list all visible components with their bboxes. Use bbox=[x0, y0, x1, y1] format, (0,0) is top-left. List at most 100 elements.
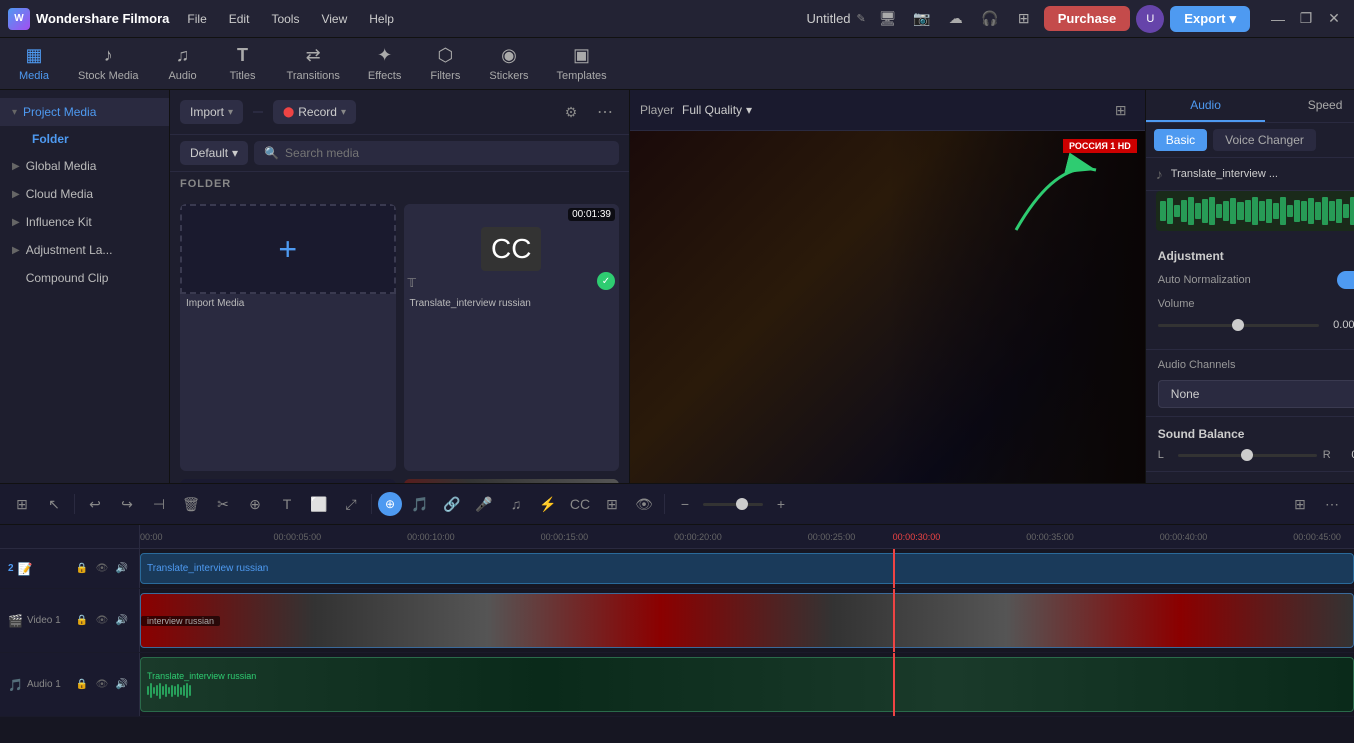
track-video1-lock-icon[interactable]: 🔒 bbox=[73, 612, 91, 630]
export-button[interactable]: Export ▾ bbox=[1170, 6, 1250, 32]
translate-interview-item[interactable]: 00:01:39 CC 𝕋 ✓ Translate_interview russ… bbox=[404, 204, 620, 471]
preview-expand-icon[interactable]: ⊞ bbox=[1107, 96, 1135, 124]
tl-insert-btn[interactable]: ⊣ bbox=[145, 490, 173, 518]
menu-edit[interactable]: Edit bbox=[219, 8, 260, 30]
tl-minus-btn[interactable]: − bbox=[671, 490, 699, 518]
tab-stickers[interactable]: ◉ Stickers bbox=[475, 39, 542, 88]
headphone-icon[interactable]: 🎧 bbox=[976, 5, 1004, 33]
sidebar-item-global-media[interactable]: ▶ Global Media bbox=[0, 152, 169, 180]
grid-icon[interactable]: ⊞ bbox=[1010, 5, 1038, 33]
search-input[interactable] bbox=[285, 146, 609, 160]
tl-delete-btn[interactable]: 🗑 bbox=[177, 490, 205, 518]
tab-templates[interactable]: ▣ Templates bbox=[542, 39, 620, 88]
tab-transitions[interactable]: ⇄ Transitions bbox=[273, 39, 354, 88]
menu-tools[interactable]: Tools bbox=[261, 8, 309, 30]
filter-icon[interactable]: ⚙ bbox=[557, 98, 585, 126]
tl-snap-btn[interactable]: ⊕ bbox=[378, 492, 402, 516]
tl-zoom-slider[interactable] bbox=[703, 503, 763, 506]
audio-channels-select[interactable]: None Stereo Mono Left Mono Right bbox=[1158, 380, 1354, 408]
user-avatar[interactable]: U bbox=[1136, 5, 1164, 33]
time-mark-35: 00:00:35:00 bbox=[1026, 532, 1074, 542]
import-media-item[interactable]: + Import Media bbox=[180, 204, 396, 471]
track-2-lock-icon[interactable]: 🔒 bbox=[73, 560, 91, 578]
sidebar-item-adjustment-la[interactable]: ▶ Adjustment La... bbox=[0, 236, 169, 264]
volume-slider[interactable] bbox=[1158, 324, 1319, 327]
sidebar-item-compound-clip[interactable]: ▶ Compound Clip bbox=[0, 264, 169, 292]
tl-split-btn[interactable]: ⚡ bbox=[534, 490, 562, 518]
rp-tab-speed[interactable]: Speed bbox=[1265, 90, 1354, 122]
audio1-clip[interactable]: Translate_interview russian bbox=[140, 657, 1354, 712]
tab-filters[interactable]: ⬡ Filters bbox=[415, 39, 475, 88]
time-mark-10: 00:00:10:00 bbox=[407, 532, 455, 542]
search-box[interactable]: 🔍 bbox=[254, 141, 619, 165]
tl-text-btn[interactable]: T bbox=[273, 490, 301, 518]
more-options-icon[interactable]: ⋯ bbox=[591, 98, 619, 126]
menu-help[interactable]: Help bbox=[359, 8, 404, 30]
tl-crop-btn[interactable]: ⬜ bbox=[305, 490, 333, 518]
tl-plus-btn[interactable]: + bbox=[767, 490, 795, 518]
tab-stock-media[interactable]: ♪ Stock Media bbox=[64, 39, 153, 88]
tl-more-btn[interactable]: ⋯ bbox=[1318, 490, 1346, 518]
tl-cut-btn[interactable]: ✂ bbox=[209, 490, 237, 518]
minimize-window-icon[interactable]: 🖥 bbox=[874, 5, 902, 33]
track-2-eye-icon[interactable]: 👁 bbox=[93, 560, 111, 578]
record-button[interactable]: ⬤ Record ▾ bbox=[273, 100, 356, 124]
tl-grid-view-btn[interactable]: ⊞ bbox=[1286, 490, 1314, 518]
tl-link-btn[interactable]: 🔗 bbox=[438, 490, 466, 518]
tab-titles[interactable]: T Titles bbox=[213, 39, 273, 88]
tl-hide-btn[interactable]: 👁 bbox=[630, 490, 658, 518]
tl-audio-snap-btn[interactable]: 🎵 bbox=[406, 490, 434, 518]
minimize-btn[interactable]: — bbox=[1266, 7, 1290, 31]
rp-subtab-basic[interactable]: Basic bbox=[1154, 129, 1207, 151]
default-button[interactable]: Default ▾ bbox=[180, 141, 248, 165]
tl-audio1-track-content[interactable]: Translate_interview russian bbox=[140, 653, 1354, 716]
tl-mic-btn[interactable]: 🎤 bbox=[470, 490, 498, 518]
preview-topbar: Player Full Quality ▾ ⊞ bbox=[630, 90, 1145, 131]
track-video1-eye-icon[interactable]: 👁 bbox=[93, 612, 111, 630]
tl-video1-track-content[interactable]: interview russian bbox=[140, 589, 1354, 652]
volume-thumb[interactable] bbox=[1232, 319, 1244, 331]
track-audio1-eye-icon[interactable]: 👁 bbox=[93, 676, 111, 694]
track-video1-volume-icon[interactable]: 🔊 bbox=[113, 612, 131, 630]
cloud-icon[interactable]: ☁ bbox=[942, 5, 970, 33]
tl-copy-btn[interactable]: ⊕ bbox=[241, 490, 269, 518]
tl-redo-btn[interactable]: ↪ bbox=[113, 490, 141, 518]
tl-screen-btn[interactable]: ⊞ bbox=[598, 490, 626, 518]
tab-audio[interactable]: ♫ Audio bbox=[153, 39, 213, 88]
rp-subtab-voice-changer[interactable]: Voice Changer bbox=[1213, 129, 1316, 151]
tl-zoom-thumb[interactable] bbox=[736, 498, 748, 510]
menu-view[interactable]: View bbox=[311, 8, 357, 30]
track-audio1-lock-icon[interactable]: 🔒 bbox=[73, 676, 91, 694]
screen-record-icon[interactable]: 📷 bbox=[908, 5, 936, 33]
auto-normalization-toggle[interactable] bbox=[1337, 271, 1354, 289]
sidebar-item-project-media[interactable]: ▾ Project Media bbox=[0, 98, 169, 126]
tl-music-btn[interactable]: ♫ bbox=[502, 490, 530, 518]
tl-group-btn[interactable]: ⊞ bbox=[8, 490, 36, 518]
tl-undo-btn[interactable]: ↩ bbox=[81, 490, 109, 518]
search-icon: 🔍 bbox=[264, 146, 279, 160]
tl-expand-btn[interactable]: ⤢ bbox=[337, 490, 365, 518]
tl-divider-3 bbox=[664, 494, 665, 514]
sidebar-folder[interactable]: Folder bbox=[20, 126, 169, 152]
sidebar-item-influence-kit[interactable]: ▶ Influence Kit bbox=[0, 208, 169, 236]
sidebar-item-cloud-media[interactable]: ▶ Cloud Media bbox=[0, 180, 169, 208]
tl-select-btn[interactable]: ↖ bbox=[40, 490, 68, 518]
tab-effects[interactable]: ✦ Effects bbox=[354, 39, 415, 88]
video1-clip[interactable]: interview russian bbox=[140, 593, 1354, 648]
tl-caption-btn[interactable]: CC bbox=[566, 490, 594, 518]
track-2-volume-icon[interactable]: 🔊 bbox=[113, 560, 131, 578]
tl-subtitle-clip[interactable]: Translate_interview russian bbox=[140, 553, 1354, 584]
tab-media[interactable]: ▦ Media bbox=[4, 39, 64, 88]
timeline-toolbar: ⊞ ↖ ↩ ↪ ⊣ 🗑 ✂ ⊕ T ⬜ ⤢ ⊕ 🎵 🔗 🎤 ♫ ⚡ CC ⊞ 👁… bbox=[0, 484, 1354, 525]
tl-subtitle-track-content[interactable]: Translate_interview russian bbox=[140, 549, 1354, 588]
menu-file[interactable]: File bbox=[177, 8, 216, 30]
purchase-button[interactable]: Purchase bbox=[1044, 6, 1131, 31]
sound-balance-slider[interactable] bbox=[1178, 454, 1317, 457]
sound-balance-thumb[interactable] bbox=[1241, 449, 1253, 461]
import-button[interactable]: Import ▾ bbox=[180, 100, 243, 124]
close-btn[interactable]: ✕ bbox=[1322, 7, 1346, 31]
track-audio1-volume-icon[interactable]: 🔊 bbox=[113, 676, 131, 694]
rp-tab-audio[interactable]: Audio bbox=[1146, 90, 1266, 122]
quality-selector[interactable]: Full Quality ▾ bbox=[682, 103, 752, 117]
maximize-btn[interactable]: ❐ bbox=[1294, 7, 1318, 31]
